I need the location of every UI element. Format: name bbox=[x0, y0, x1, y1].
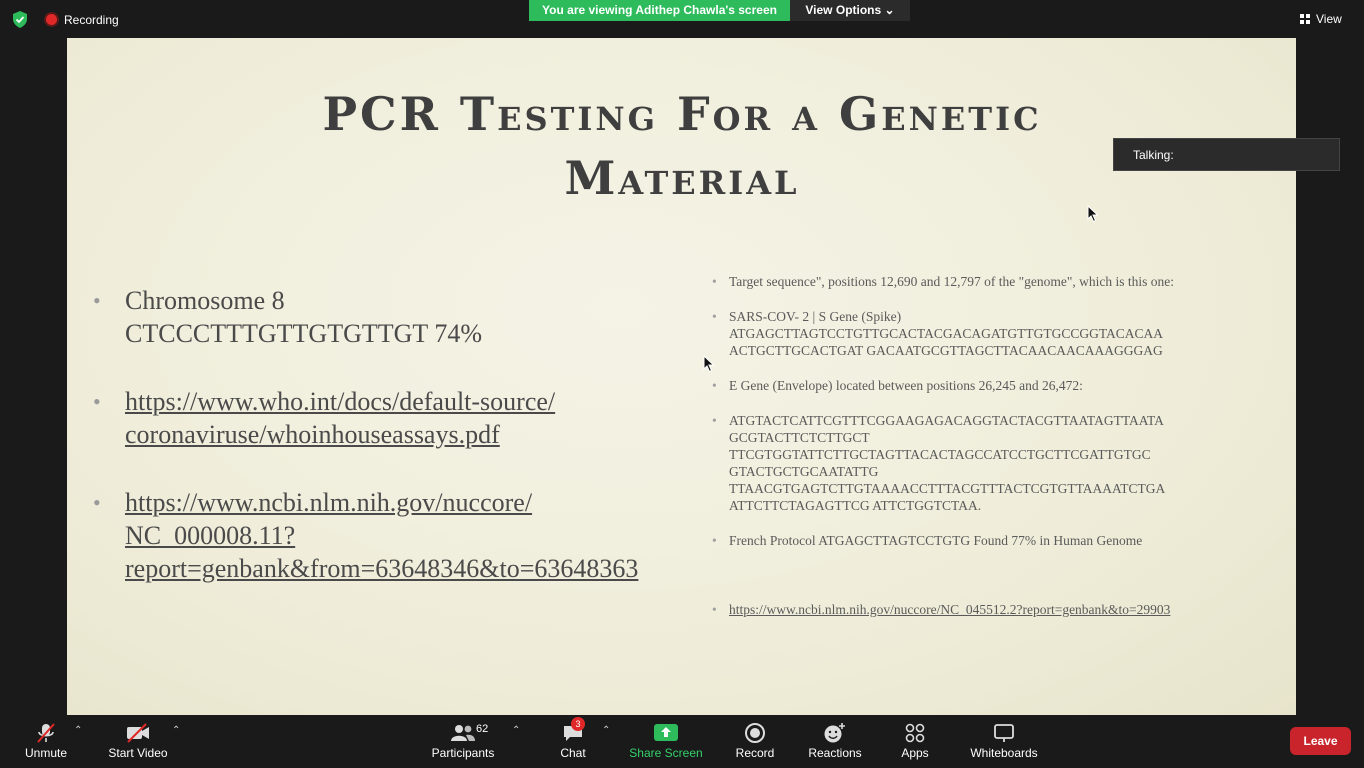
sequence-text: TTCGTGGTATTCTTGCTAGTTACACTAGCCATCCTGCTTC… bbox=[729, 447, 1151, 462]
sequence-text: ACTGCTTGCACTGAT GACAATGCGTTAGCTTACAACAAC… bbox=[729, 343, 1163, 358]
share-screen-arrow-icon bbox=[628, 722, 704, 744]
video-options-caret-icon[interactable]: ⌃ bbox=[172, 725, 180, 736]
ncbi-chr8-link-cont[interactable]: report=genbank&from=63648346&to=63648363 bbox=[125, 552, 741, 585]
list-item: SARS-COV- 2 | S Gene (Spike) ATGAGCTTAGT… bbox=[710, 308, 1270, 359]
whiteboards-label: Whiteboards bbox=[970, 746, 1038, 760]
viewing-screen-banner: You are viewing Adithep Chawla's screen bbox=[529, 0, 790, 21]
apps-icon bbox=[898, 722, 932, 744]
sequence-text: GCGTACTTCTCTTGCT bbox=[729, 430, 870, 445]
view-label: View bbox=[1316, 12, 1342, 26]
chevron-down-icon: ⌄ bbox=[884, 3, 895, 17]
participants-count: 62 bbox=[476, 723, 489, 735]
start-video-label: Start Video bbox=[108, 746, 168, 760]
leave-button[interactable]: Leave bbox=[1290, 727, 1351, 755]
view-options-button[interactable]: View Options ⌄ bbox=[790, 0, 910, 21]
whiteboards-button[interactable]: Whiteboards bbox=[966, 715, 1042, 768]
list-item: Chromosome 8 CTCCCTTTGTTGTGTTGT 74% bbox=[91, 284, 741, 350]
slide-title-line1: PCR Testing For a Genetic bbox=[322, 87, 1042, 141]
apps-button[interactable]: Apps bbox=[898, 715, 932, 768]
left-bullet-list: Chromosome 8 CTCCCTTTGTTGTGTTGT 74% http… bbox=[91, 284, 741, 585]
list-item: https://www.who.int/docs/default-source/… bbox=[91, 385, 741, 451]
video-camera-off-icon bbox=[106, 722, 170, 744]
whiteboard-icon bbox=[966, 722, 1042, 744]
meeting-toolbar: Unmute ⌃ Start Video ⌃ 62 Participants ⌃… bbox=[0, 715, 1364, 768]
top-bar: Recording You are viewing Adithep Chawla… bbox=[0, 0, 1364, 38]
right-bullet-list: Target sequence", positions 12,690 and 1… bbox=[710, 273, 1270, 618]
participants-options-caret-icon[interactable]: ⌃ bbox=[512, 725, 520, 736]
recording-icon bbox=[46, 14, 57, 25]
chat-options-caret-icon[interactable]: ⌃ bbox=[602, 725, 610, 736]
chat-unread-badge: 3 bbox=[571, 717, 585, 731]
sequence-text: TTAACGTGAGTCTTGTAAAACCTTTACGTTTACTCGTGTT… bbox=[729, 481, 1166, 496]
reactions-button[interactable]: Reactions bbox=[808, 715, 862, 768]
sequence-text: ATTCTTCTAGAGTTCG ATTCTGGTCTAA. bbox=[729, 498, 982, 513]
who-assays-link[interactable]: https://www.who.int/docs/default-source/ bbox=[125, 385, 741, 418]
microphone-muted-icon bbox=[20, 722, 72, 744]
gallery-grid-icon bbox=[1300, 14, 1310, 24]
talking-indicator: Talking: bbox=[1113, 138, 1340, 171]
chat-label: Chat bbox=[560, 746, 586, 760]
list-item: E Gene (Envelope) located between positi… bbox=[710, 377, 1270, 394]
security-shield-icon[interactable] bbox=[12, 11, 28, 28]
sequence-text: ATGTACTCATTCGTTTCGGAAGAGACAGGTACTACGTTAA… bbox=[729, 413, 1164, 428]
list-item: https://www.ncbi.nlm.nih.gov/nuccore/ NC… bbox=[91, 486, 741, 585]
slide-title-line2: Material bbox=[564, 151, 800, 205]
record-icon bbox=[733, 722, 777, 744]
view-button[interactable]: View bbox=[1300, 8, 1356, 30]
list-item: French Protocol ATGAGCTTAGTCCTGTG Found … bbox=[710, 532, 1270, 549]
view-options-label: View Options bbox=[805, 3, 882, 17]
apps-label: Apps bbox=[901, 746, 929, 760]
ncbi-sars-cov-2-link[interactable]: https://www.ncbi.nlm.nih.gov/nuccore/NC_… bbox=[729, 601, 1270, 618]
share-screen-button[interactable]: Share Screen bbox=[628, 715, 704, 768]
reactions-label: Reactions bbox=[808, 746, 862, 760]
start-video-button[interactable]: Start Video bbox=[106, 715, 170, 768]
recording-label: Recording bbox=[64, 13, 119, 27]
bullet-text: SARS-COV- 2 | S Gene (Spike) bbox=[729, 309, 902, 324]
list-item: https://www.ncbi.nlm.nih.gov/nuccore/NC_… bbox=[710, 601, 1270, 618]
record-button[interactable]: Record bbox=[733, 715, 777, 768]
share-screen-label: Share Screen bbox=[629, 746, 703, 760]
slide-title: PCR Testing For a Genetic Material bbox=[217, 82, 1147, 210]
sequence-text: ATGAGCTTAGTCCTGTTGCACTACGACAGATGTTGTGCCG… bbox=[729, 326, 1163, 341]
bullet-text: French Protocol ATGAGCTTAGTCCTGTG Found … bbox=[729, 533, 1143, 548]
bullet-text: Chromosome 8 bbox=[125, 286, 285, 315]
record-label: Record bbox=[735, 746, 775, 760]
chat-button[interactable]: 3 Chat bbox=[553, 715, 593, 768]
shared-screen-slide: PCR Testing For a Genetic Material Chrom… bbox=[67, 38, 1296, 715]
participants-button[interactable]: 62 Participants bbox=[428, 715, 498, 768]
bullet-text: E Gene (Envelope) located between positi… bbox=[729, 378, 1083, 393]
participants-label: Participants bbox=[431, 746, 495, 760]
list-item: ATGTACTCATTCGTTTCGGAAGAGACAGGTACTACGTTAA… bbox=[710, 412, 1270, 514]
list-item: Target sequence", positions 12,690 and 1… bbox=[710, 273, 1270, 290]
bullet-text: Target sequence", positions 12,690 and 1… bbox=[729, 274, 1175, 289]
audio-options-caret-icon[interactable]: ⌃ bbox=[74, 725, 82, 736]
unmute-label: Unmute bbox=[24, 746, 68, 760]
sequence-text: GTACTGCTGCAATATTG bbox=[729, 464, 879, 479]
ncbi-chr8-link[interactable]: https://www.ncbi.nlm.nih.gov/nuccore/ bbox=[125, 486, 741, 519]
ncbi-chr8-link-cont[interactable]: NC_000008.11? bbox=[125, 519, 741, 552]
who-assays-link-cont[interactable]: coronaviruse/whoinhouseassays.pdf bbox=[125, 418, 741, 451]
bullet-text: CTCCCTTTGTTGTGTTGT 74% bbox=[125, 319, 482, 348]
unmute-button[interactable]: Unmute bbox=[20, 715, 72, 768]
smiley-plus-icon bbox=[808, 722, 862, 744]
